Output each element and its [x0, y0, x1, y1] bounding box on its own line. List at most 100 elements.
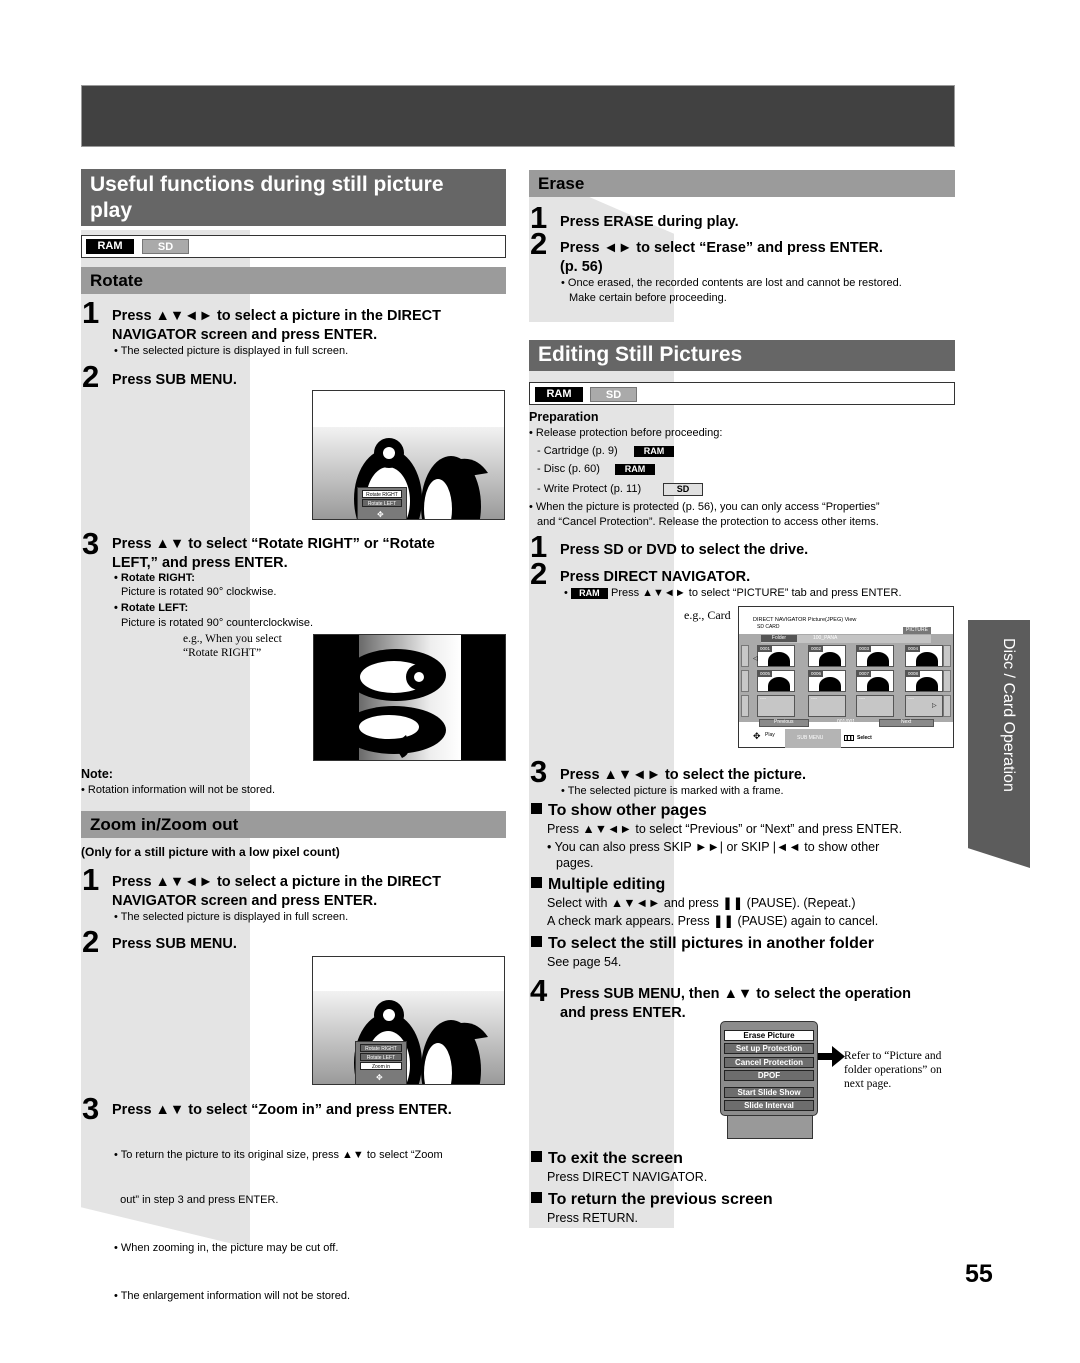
subhead-label: To exit the screen [548, 1150, 683, 1167]
picture-thumbnail[interactable]: 0001 [757, 645, 795, 667]
submenu-option: Zoom in [360, 1062, 402, 1070]
thumbnail-image [867, 652, 889, 666]
page-number: 55 [965, 1260, 993, 1288]
folder-label: Folder [761, 635, 797, 642]
thumbnail-image [819, 677, 841, 691]
prep-item: - Write Protect (p. 11) [537, 483, 642, 495]
preparation-note: • When the picture is protected (p. 56),… [529, 500, 880, 530]
title-line-1: Useful functions during still picture [90, 173, 444, 196]
picture-thumbnail[interactable]: 0002 [808, 645, 846, 667]
rotated-picture-screen [313, 634, 506, 761]
picture-thumbnail[interactable]: 0004 [905, 645, 943, 667]
thumbnail-image [916, 677, 938, 691]
select-label: Select [857, 735, 872, 741]
heading-zoom: Zoom in/Zoom out [81, 811, 506, 838]
rotated-penguin-image [342, 649, 446, 758]
step-line: Press ▲▼◄► to select a picture in the DI… [112, 874, 441, 890]
prev-arrow-icon[interactable]: ◁ [753, 655, 758, 662]
thumbnail-label: 0008 [906, 671, 921, 677]
submenu-option: Rotate LEFT [362, 499, 402, 507]
thumbnail-image [768, 677, 790, 691]
note-text: • Rotation information will not be store… [81, 784, 276, 796]
ram-badge: RAM [535, 387, 583, 402]
folder-text: See page 54. [547, 955, 622, 969]
prep-item: - Disc (p. 60) [537, 463, 600, 475]
multi-text-1: Select with ▲▼◄► and press ❚❚ (PAUSE). (… [547, 896, 856, 910]
subhead-multiple-editing: Multiple editing [531, 875, 665, 894]
note-line: • To return the picture to its original … [114, 1149, 443, 1161]
picture-thumbnail[interactable]: 0008 [905, 670, 943, 692]
subhead-show-other-pages: To show other pages [531, 801, 707, 820]
step-number: 2 [82, 924, 100, 959]
thumbnail-label: ---- [811, 696, 817, 701]
picture-thumbnail[interactable]: 0005 [757, 670, 795, 692]
example-caption: e.g., When you select “Rotate RIGHT” [183, 632, 282, 660]
submenu-item[interactable]: Cancel Protection [724, 1057, 814, 1068]
step-number: 1 [82, 295, 100, 330]
heading-rotate: Rotate [81, 267, 506, 294]
step-line: Press SUB MENU, then ▲▼ to select the op… [560, 986, 911, 1002]
note-line: • The enlargement information will not b… [114, 1290, 350, 1302]
direct-navigator-screen: DIRECT NAVIGATOR Picture(JPEG) View SD C… [738, 606, 954, 748]
next-arrow-icon[interactable]: ▷ [932, 702, 937, 709]
dpad-icon: ✥ [377, 510, 384, 519]
thumbnail-label: ---- [859, 696, 865, 701]
thumbnail-label: 0001 [758, 646, 773, 652]
submenu-item[interactable]: Set up Protection [724, 1043, 814, 1054]
subhead-return-screen: To return the previous screen [531, 1190, 773, 1209]
note-line: and “Cancel Protection”. Release the pro… [537, 516, 879, 528]
step-text: Press ▲▼◄► to select a picture in the DI… [112, 873, 441, 911]
thumbnail-label: ---- [908, 696, 914, 701]
empty-thumbnail-slot[interactable]: ---- [856, 695, 894, 717]
subhead-label: To return the previous screen [548, 1191, 773, 1208]
ram-badge: RAM [615, 464, 655, 475]
screen-submenu: Rotate RIGHT Rotate LEFT ✥ [357, 487, 407, 519]
step-line: (p. 56) [560, 259, 603, 275]
step-line: Press ▲▼◄► to select a picture in the DI… [112, 308, 441, 324]
side-panel-block [943, 670, 951, 692]
submenu-option: Rotate LEFT [360, 1053, 402, 1061]
refer-note: Refer to “Picture and folder operations”… [844, 1049, 942, 1091]
submenu-list: Erase Picture Set up Protection Cancel P… [720, 1021, 818, 1116]
rotate-left-desc: Picture is rotated 90° counterclockwise. [121, 617, 314, 629]
empty-thumbnail-slot[interactable]: ---- [808, 695, 846, 717]
thumbnail-image [916, 652, 938, 666]
dpad-icon: ✥ [753, 731, 761, 741]
picture-thumbnail[interactable]: 0003 [856, 645, 894, 667]
submenu-item[interactable]: Erase Picture [724, 1030, 814, 1041]
side-panel-block [943, 695, 951, 717]
example-card: e.g., Card [684, 608, 731, 622]
step-text: Press SD or DVD to select the drive. [560, 542, 809, 558]
subhead-label: To select the still pictures in another … [548, 935, 874, 952]
ram-badge: RAM [86, 239, 134, 254]
step-text: Press ◄► to select “Erase” and press ENT… [560, 239, 883, 277]
submenu-option: Rotate RIGHT [362, 490, 402, 498]
step-note: • The selected picture is displayed in f… [114, 345, 349, 357]
navigator-drive: SD CARD [757, 624, 780, 630]
heading-erase: Erase [529, 170, 955, 197]
side-tab-label: Disc / Card Operation [1000, 638, 1017, 792]
note-line: Make certain before proceeding. [569, 292, 727, 304]
subhead-label: To show other pages [548, 802, 707, 819]
caption-line: “Rotate RIGHT” [183, 647, 262, 659]
note-line: Press ▲▼◄► to select “PICTURE” tab and p… [610, 587, 902, 599]
step-text: Press ▲▼ to select “Rotate RIGHT” or “Ro… [112, 535, 435, 573]
step-line: NAVIGATOR screen and press ENTER. [112, 893, 378, 909]
show-pages-note: • You can also press SKIP ►►| or SKIP |◄… [547, 838, 879, 872]
subhead-label: Multiple editing [548, 876, 666, 893]
empty-thumbnail-slot[interactable]: ---- [757, 695, 795, 717]
sd-badge: SD [590, 387, 637, 402]
penguin-image [354, 1000, 488, 1084]
submenu-item[interactable]: DPOF [724, 1070, 814, 1081]
zoom-subtitle: (Only for a still picture with a low pix… [81, 845, 340, 859]
picture-thumbnail[interactable]: 0007 [856, 670, 894, 692]
step-text: Press ERASE during play. [560, 214, 739, 230]
multi-text-2: A check mark appears. Press ❚❚ (PAUSE) a… [547, 914, 879, 928]
submenu-item[interactable]: Start Slide Show [724, 1087, 814, 1098]
submenu-item[interactable]: Slide Interval [724, 1100, 814, 1111]
editing-bg-panel [529, 370, 674, 1228]
thumbnail-image [768, 652, 790, 666]
picture-thumbnail[interactable]: 0006 [808, 670, 846, 692]
refer-line: next page. [844, 1078, 892, 1090]
empty-thumbnail-slot[interactable]: ---- [905, 695, 943, 717]
